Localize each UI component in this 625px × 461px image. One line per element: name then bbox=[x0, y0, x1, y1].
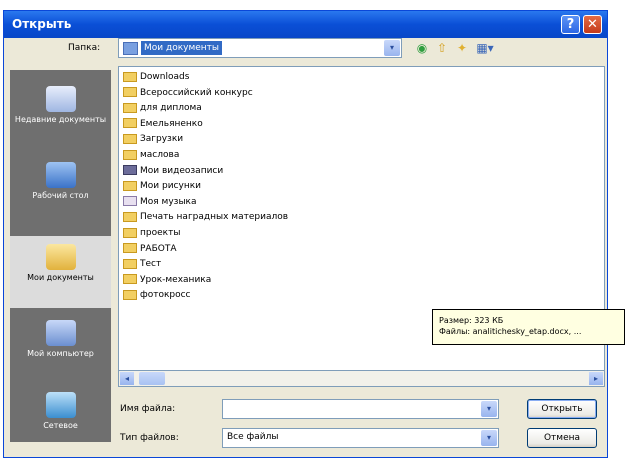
place-my-computer[interactable]: Мой компьютер bbox=[10, 320, 111, 359]
folder-icon bbox=[123, 87, 137, 98]
list-item-label: Печать наградных материалов bbox=[140, 212, 289, 223]
folder-icon bbox=[123, 71, 137, 82]
folder-icon bbox=[123, 258, 137, 269]
list-item[interactable]: маслова bbox=[123, 148, 179, 162]
list-item[interactable]: Емельяненко bbox=[123, 117, 203, 131]
scroll-thumb[interactable] bbox=[139, 372, 165, 385]
list-item[interactable]: Downloads bbox=[123, 70, 189, 84]
tooltip-size: Размер: 323 КБ bbox=[439, 316, 504, 325]
place-my-documents[interactable]: Мои документы bbox=[10, 236, 111, 308]
chevron-down-icon[interactable]: ▾ bbox=[481, 430, 497, 446]
back-icon[interactable]: ◉ bbox=[414, 40, 430, 56]
folder-icon bbox=[123, 133, 137, 144]
new-folder-icon[interactable]: ✦ bbox=[454, 40, 470, 56]
recent-documents-icon bbox=[45, 86, 76, 112]
up-folder-icon[interactable]: ⇧ bbox=[434, 40, 450, 56]
scroll-left-icon[interactable]: ◂ bbox=[120, 372, 134, 385]
list-item-label: Емельяненко bbox=[140, 118, 203, 129]
folder-dropdown[interactable]: Мои документы ▾ bbox=[118, 38, 402, 58]
place-desktop[interactable]: Рабочий стол bbox=[10, 162, 111, 201]
list-item-label: Урок-механика bbox=[140, 274, 212, 285]
list-item[interactable]: Печать наградных материалов bbox=[123, 210, 288, 224]
place-label: Сетевое bbox=[43, 421, 78, 430]
list-item-label: Мои рисунки bbox=[140, 181, 201, 192]
place-network[interactable]: Сетевое bbox=[10, 392, 111, 431]
list-item[interactable]: Тест bbox=[123, 257, 161, 271]
file-info-tooltip: Размер: 323 КБ Файлы: analitichesky_etap… bbox=[432, 309, 625, 345]
list-item[interactable]: Мои рисунки bbox=[123, 179, 201, 193]
list-item[interactable]: Урок-механика bbox=[123, 273, 211, 287]
title-bar[interactable]: Открыть ? ✕ bbox=[4, 11, 607, 38]
list-item[interactable]: Моя музыка bbox=[123, 195, 197, 209]
folder-value: Мои документы bbox=[141, 41, 223, 55]
list-item-label: Загрузки bbox=[140, 134, 184, 145]
filename-input[interactable]: ▾ bbox=[222, 399, 499, 419]
list-item[interactable]: фотокросс bbox=[123, 288, 191, 302]
scroll-right-icon[interactable]: ▸ bbox=[589, 372, 603, 385]
list-item[interactable]: Мои видеозаписи bbox=[123, 164, 223, 178]
horizontal-scrollbar[interactable]: ◂ ▸ bbox=[118, 370, 605, 387]
list-item[interactable]: Загрузки bbox=[123, 132, 183, 146]
folder-icon bbox=[123, 243, 137, 254]
folder-icon bbox=[123, 118, 137, 129]
places-bar: Недавние документы Рабочий стол Мои доку… bbox=[10, 70, 111, 442]
tooltip-files: Файлы: analitichesky_etap.docx, ... bbox=[439, 327, 582, 336]
filetype-value: Все файлы bbox=[227, 432, 279, 442]
list-item-label: Моя музыка bbox=[140, 196, 197, 207]
filetype-label: Тип файлов: bbox=[120, 433, 179, 443]
folder-icon bbox=[123, 211, 137, 222]
filetype-select[interactable]: Все файлы ▾ bbox=[222, 428, 499, 448]
folder-icon bbox=[123, 180, 137, 191]
my-documents-icon bbox=[45, 244, 76, 270]
chevron-down-icon[interactable]: ▾ bbox=[481, 401, 497, 417]
chevron-down-icon[interactable]: ▾ bbox=[384, 40, 400, 56]
network-icon bbox=[45, 392, 76, 418]
list-item-label: Тест bbox=[140, 259, 162, 270]
folder-icon bbox=[123, 42, 138, 55]
folder-label: Папка: bbox=[68, 43, 101, 53]
video-folder-icon bbox=[123, 165, 137, 176]
list-item[interactable]: для диплома bbox=[123, 101, 202, 115]
place-label: Мой компьютер bbox=[27, 349, 94, 358]
list-item-label: фотокросс bbox=[140, 290, 191, 301]
folder-icon bbox=[123, 102, 137, 113]
help-button[interactable]: ? bbox=[561, 15, 580, 34]
list-item-label: Всероссийский конкурс bbox=[140, 87, 253, 98]
window-title: Открыть bbox=[12, 17, 72, 31]
open-button[interactable]: Открыть bbox=[527, 399, 597, 419]
list-item[interactable]: проекты bbox=[123, 226, 180, 240]
list-item-label: Мои видеозаписи bbox=[140, 165, 224, 176]
list-item-label: маслова bbox=[140, 150, 180, 160]
place-label: Мои документы bbox=[27, 273, 94, 282]
folder-icon bbox=[123, 274, 137, 285]
place-label: Недавние документы bbox=[14, 115, 107, 124]
list-item-label: Downloads bbox=[140, 72, 190, 82]
list-item-label: проекты bbox=[140, 228, 181, 238]
views-menu-icon[interactable]: ▦▾ bbox=[474, 40, 496, 56]
folder-icon bbox=[123, 227, 137, 238]
music-folder-icon bbox=[123, 196, 137, 207]
close-button[interactable]: ✕ bbox=[583, 15, 602, 34]
filename-label: Имя файла: bbox=[120, 404, 176, 414]
list-item-label: РАБОТА bbox=[140, 243, 177, 254]
folder-icon bbox=[123, 289, 137, 300]
list-item-label: для диплома bbox=[140, 103, 202, 114]
list-item[interactable]: Всероссийский конкурс bbox=[123, 86, 253, 100]
folder-icon bbox=[123, 149, 137, 160]
my-computer-icon bbox=[45, 320, 76, 346]
desktop-icon bbox=[45, 162, 76, 188]
place-label: Рабочий стол bbox=[32, 191, 89, 200]
place-recent-documents[interactable]: Недавние документы bbox=[10, 86, 111, 125]
list-item[interactable]: РАБОТА bbox=[123, 242, 177, 256]
cancel-button[interactable]: Отмена bbox=[527, 428, 597, 448]
